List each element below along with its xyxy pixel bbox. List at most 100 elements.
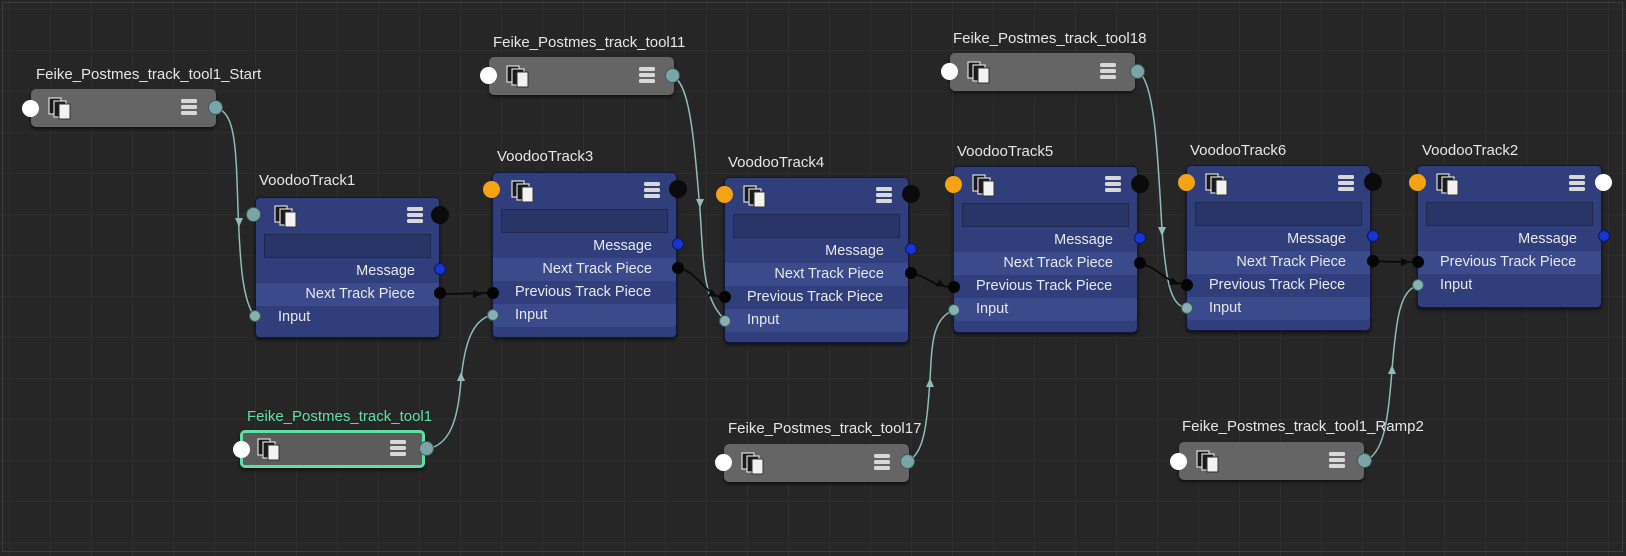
previous-track-piece-port[interactable] bbox=[487, 287, 499, 299]
node-text-field[interactable] bbox=[264, 234, 431, 258]
next-track-piece-port[interactable] bbox=[434, 287, 446, 299]
list-icon[interactable] bbox=[1328, 451, 1346, 469]
input-port[interactable] bbox=[1412, 279, 1424, 291]
input-port[interactable] bbox=[948, 304, 960, 316]
documents-icon bbox=[1436, 173, 1459, 196]
output-next-track-piece: Next Track Piece bbox=[954, 252, 1137, 275]
output-port[interactable] bbox=[900, 454, 915, 469]
input-port[interactable] bbox=[483, 181, 500, 198]
previous-track-piece-port[interactable] bbox=[1412, 256, 1424, 268]
output-message: Message bbox=[825, 243, 884, 259]
next-track-piece-port[interactable] bbox=[1367, 255, 1379, 267]
next-track-piece-port[interactable] bbox=[1134, 257, 1146, 269]
previous-track-piece-port[interactable] bbox=[1181, 279, 1193, 291]
output-port[interactable] bbox=[208, 100, 223, 115]
list-icon[interactable] bbox=[406, 206, 424, 224]
message-port[interactable] bbox=[905, 243, 917, 255]
output-port[interactable] bbox=[431, 206, 449, 224]
node-title: Feike_Postmes_track_tool1_Start bbox=[36, 66, 262, 83]
output-port[interactable] bbox=[665, 68, 680, 83]
tool-node-tool17[interactable] bbox=[724, 444, 909, 482]
list-icon[interactable] bbox=[643, 181, 661, 199]
next-track-piece-port[interactable] bbox=[672, 262, 684, 274]
output-next-track-piece: Next Track Piece bbox=[493, 258, 676, 281]
track-node-voodootrack6[interactable]: Message Next Track Piece Previous Track … bbox=[1186, 165, 1371, 331]
node-text-field[interactable] bbox=[733, 214, 900, 238]
list-icon[interactable] bbox=[638, 66, 656, 84]
track-node-voodootrack2[interactable]: Message Previous Track Piece Input bbox=[1417, 165, 1602, 308]
track-node-voodootrack4[interactable]: Message Next Track Piece Previous Track … bbox=[724, 177, 909, 343]
output-message: Message bbox=[356, 263, 415, 279]
output-port[interactable] bbox=[902, 185, 920, 203]
list-icon[interactable] bbox=[389, 439, 407, 457]
message-port[interactable] bbox=[672, 238, 684, 250]
node-title-selected: Feike_Postmes_track_tool1 bbox=[247, 408, 433, 425]
input-input: Input bbox=[1440, 277, 1473, 293]
input-port[interactable] bbox=[719, 315, 731, 327]
next-track-piece-port[interactable] bbox=[905, 267, 917, 279]
track-node-voodootrack5[interactable]: Message Next Track Piece Previous Track … bbox=[953, 166, 1138, 333]
output-port[interactable] bbox=[419, 441, 434, 456]
message-port[interactable] bbox=[1367, 230, 1379, 242]
documents-icon bbox=[1205, 173, 1228, 196]
node-title: VoodooTrack1 bbox=[259, 172, 356, 189]
input-port[interactable] bbox=[246, 207, 261, 222]
tool-node-tool11[interactable] bbox=[489, 57, 674, 95]
list-icon[interactable] bbox=[1337, 174, 1355, 192]
output-message: Message bbox=[1054, 232, 1113, 248]
list-icon[interactable] bbox=[1099, 62, 1117, 80]
track-node-voodootrack3[interactable]: Message Next Track Piece Previous Track … bbox=[492, 172, 677, 338]
input-port[interactable] bbox=[249, 310, 261, 322]
input-port[interactable] bbox=[716, 186, 733, 203]
documents-icon bbox=[743, 185, 766, 208]
input-port[interactable] bbox=[1409, 174, 1426, 191]
tool-node-tool1-selected[interactable] bbox=[240, 430, 425, 468]
input-port[interactable] bbox=[945, 176, 962, 193]
output-port[interactable] bbox=[1130, 64, 1145, 79]
node-title: VoodooTrack3 bbox=[497, 148, 594, 165]
list-icon[interactable] bbox=[873, 453, 891, 471]
tool-node-start[interactable] bbox=[31, 89, 216, 127]
previous-track-piece-port[interactable] bbox=[719, 291, 731, 303]
output-port[interactable] bbox=[669, 180, 687, 198]
input-port[interactable] bbox=[1170, 453, 1187, 470]
output-port[interactable] bbox=[1131, 175, 1149, 193]
input-port[interactable] bbox=[233, 441, 250, 458]
tool-node-tool18[interactable] bbox=[950, 53, 1135, 91]
list-icon[interactable] bbox=[180, 98, 198, 116]
documents-icon bbox=[48, 97, 71, 120]
node-text-field[interactable] bbox=[962, 203, 1129, 227]
documents-icon bbox=[967, 61, 990, 84]
wire-track4-to-track5 bbox=[910, 272, 954, 288]
track-node-voodootrack1[interactable]: Message Next Track Piece Input bbox=[255, 197, 440, 338]
node-title: VoodooTrack6 bbox=[1190, 142, 1287, 159]
message-port[interactable] bbox=[1134, 232, 1146, 244]
input-port[interactable] bbox=[1181, 302, 1193, 314]
list-icon[interactable] bbox=[875, 186, 893, 204]
output-port[interactable] bbox=[1364, 173, 1382, 191]
input-port[interactable] bbox=[487, 309, 499, 321]
input-port[interactable] bbox=[941, 63, 958, 80]
message-port[interactable] bbox=[1598, 230, 1610, 242]
input-previous-track-piece: Previous Track Piece bbox=[1418, 251, 1601, 274]
list-icon[interactable] bbox=[1568, 174, 1586, 192]
output-next-track-piece: Next Track Piece bbox=[1187, 251, 1370, 274]
documents-icon bbox=[257, 438, 280, 461]
output-port[interactable] bbox=[1595, 174, 1612, 191]
node-text-field[interactable] bbox=[1195, 202, 1362, 226]
node-text-field[interactable] bbox=[501, 209, 668, 233]
list-icon[interactable] bbox=[1104, 175, 1122, 193]
input-port[interactable] bbox=[715, 454, 732, 471]
output-next-track-piece: Next Track Piece bbox=[725, 263, 908, 286]
input-port[interactable] bbox=[1178, 174, 1195, 191]
output-port[interactable] bbox=[1357, 453, 1372, 468]
input-input: Input bbox=[278, 309, 311, 325]
input-port[interactable] bbox=[22, 100, 39, 117]
message-port[interactable] bbox=[434, 263, 446, 275]
output-message: Message bbox=[593, 238, 652, 254]
node-text-field[interactable] bbox=[1426, 202, 1593, 226]
tool-node-ramp2[interactable] bbox=[1179, 442, 1364, 480]
previous-track-piece-port[interactable] bbox=[948, 281, 960, 293]
input-port[interactable] bbox=[480, 67, 497, 84]
documents-icon bbox=[274, 205, 297, 228]
